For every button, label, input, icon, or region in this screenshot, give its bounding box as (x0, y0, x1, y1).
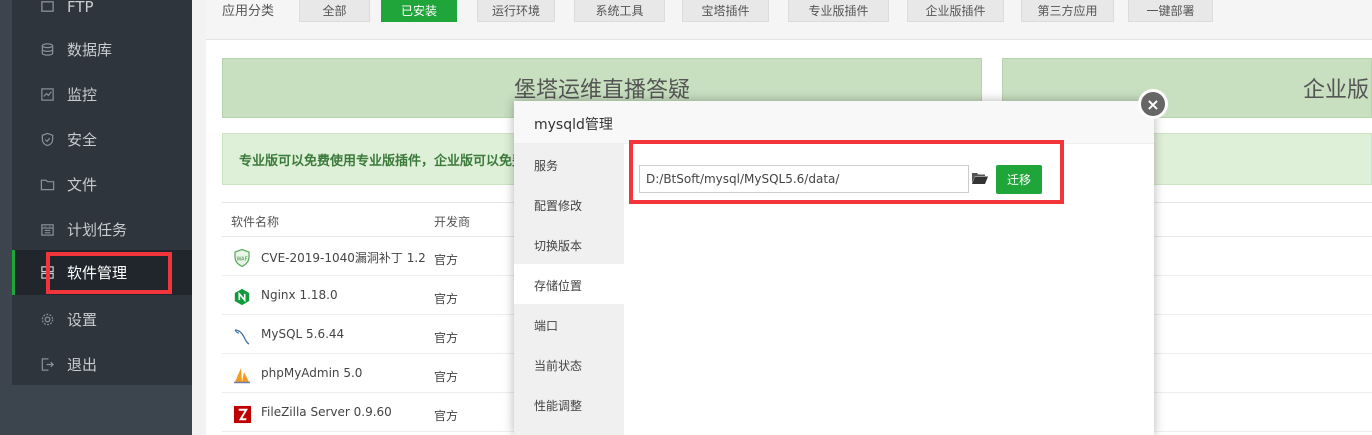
category-installed-button[interactable]: 已安装 (381, 0, 457, 22)
category-deploy-button[interactable]: 一键部署 (1128, 0, 1213, 22)
row-name: phpMyAdmin 5.0 (261, 366, 363, 380)
waf-icon: WAF (232, 248, 252, 268)
sidebar-item-label: 设置 (67, 311, 98, 329)
filezilla-icon (232, 404, 252, 424)
highlight-box-sidebar (46, 252, 172, 294)
category-all-button[interactable]: 全部 (299, 0, 370, 22)
sidebar-item-files[interactable]: 文件 (12, 162, 192, 207)
header-name: 软件名称 (231, 215, 280, 229)
sidebar-item-label: 数据库 (67, 41, 113, 59)
row-developer: 官方 (434, 409, 459, 423)
ftp-icon (39, 0, 55, 15)
sidebar-item-cron[interactable]: 计划任务 (12, 207, 192, 252)
phpmyadmin-icon (232, 365, 252, 385)
row-name: FileZilla Server 0.9.60 (261, 405, 392, 419)
folder-icon (39, 177, 55, 193)
svg-text:WAF: WAF (237, 257, 248, 263)
row-developer: 官方 (434, 292, 459, 306)
category-thirdparty-button[interactable]: 第三方应用 (1021, 0, 1114, 22)
row-name: CVE-2019-1040漏洞补丁 1.2 (261, 251, 426, 265)
row-developer: 官方 (434, 331, 459, 345)
sidebar-item-logout[interactable]: 退出 (12, 342, 192, 387)
dialog-title: mysqld管理 (514, 101, 1154, 144)
tab-service[interactable]: 服务 (514, 144, 624, 184)
sidebar-item-ftp[interactable]: FTP (12, 0, 192, 29)
row-name: Nginx 1.18.0 (261, 288, 338, 302)
database-icon (39, 42, 55, 58)
dialog-tabs: 服务 配置修改 切换版本 存储位置 端口 当前状态 性能调整 (514, 144, 624, 435)
calendar-icon (39, 222, 55, 238)
tab-performance[interactable]: 性能调整 (514, 384, 624, 424)
sidebar-item-label: FTP (67, 0, 94, 16)
row-name: MySQL 5.6.44 (261, 327, 345, 341)
sidebar-item-security[interactable]: 安全 (12, 117, 192, 162)
sidebar-item-label: 计划任务 (67, 221, 128, 239)
mysql-icon (232, 326, 252, 346)
sidebar-item-label: 退出 (67, 356, 98, 374)
tab-switch-version[interactable]: 切换版本 (514, 224, 624, 264)
category-pro-plugins-button[interactable]: 专业版插件 (788, 0, 889, 22)
sidebar-item-label: 安全 (67, 131, 98, 149)
sidebar-item-label: 文件 (67, 176, 98, 194)
sidebar-footer (0, 385, 192, 435)
sidebar-item-monitor[interactable]: 监控 (12, 72, 192, 117)
row-developer: 官方 (434, 370, 459, 384)
category-bt-plugins-button[interactable]: 宝塔插件 (682, 0, 769, 22)
category-runtime-button[interactable]: 运行环境 (477, 0, 555, 22)
logout-icon (39, 357, 55, 373)
category-systools-button[interactable]: 系统工具 (574, 0, 665, 22)
banner-enterprise-label: 企业版 (1302, 78, 1369, 103)
tab-status[interactable]: 当前状态 (514, 344, 624, 384)
monitor-icon (39, 87, 55, 103)
header-developer: 开发商 (434, 215, 471, 229)
tab-port[interactable]: 端口 (514, 304, 624, 344)
tab-config[interactable]: 配置修改 (514, 184, 624, 224)
tab-storage[interactable]: 存储位置 (514, 264, 624, 304)
sidebar-item-settings[interactable]: 设置 (12, 297, 192, 342)
sidebar-item-label: 监控 (67, 86, 98, 104)
category-label: 应用分类 (222, 4, 275, 19)
sidebar-item-database[interactable]: 数据库 (12, 27, 192, 72)
close-icon[interactable]: × (1138, 89, 1168, 119)
category-ent-plugins-button[interactable]: 企业版插件 (907, 0, 1004, 22)
row-developer: 官方 (434, 253, 459, 267)
gear-icon (39, 312, 55, 328)
nginx-icon (232, 287, 252, 307)
shield-icon (39, 132, 55, 148)
highlight-box-dialog (629, 140, 1064, 204)
